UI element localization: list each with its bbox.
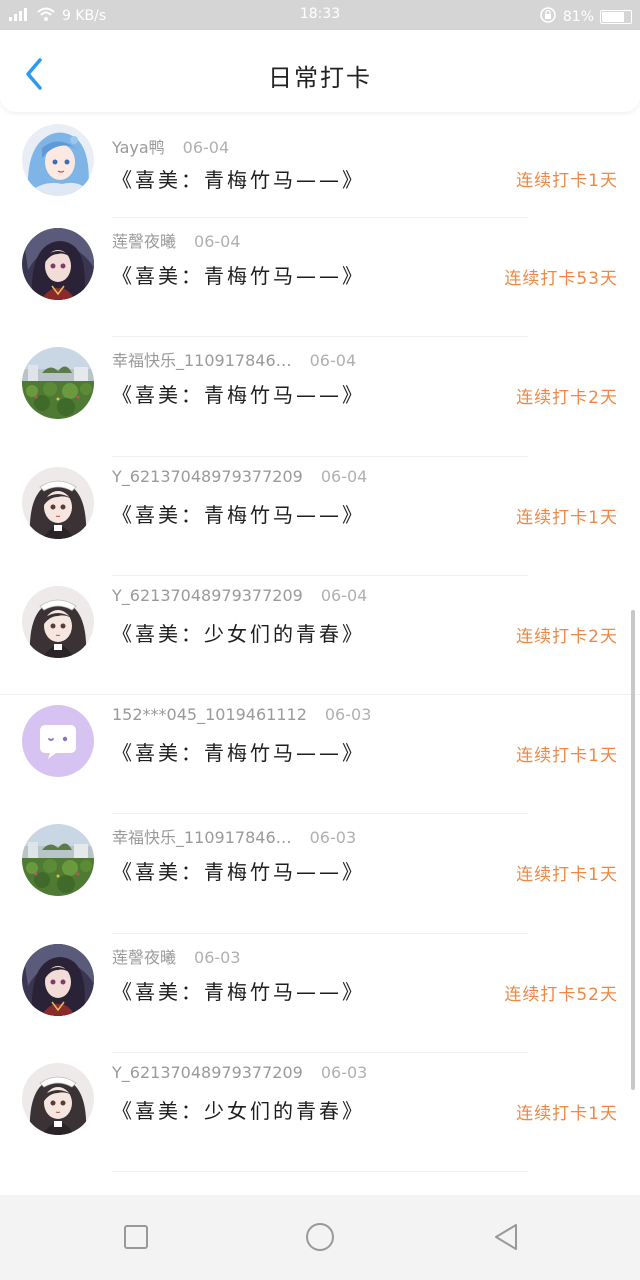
user-info: Yaya鸭 06-04	[112, 134, 229, 158]
book-title[interactable]: 《喜美：青梅竹马——》	[112, 499, 365, 528]
circle-icon	[306, 1223, 334, 1251]
list-item[interactable]: 152***045_1019461112 06-03 《喜美：青梅竹马——》 连续打卡…	[0, 695, 640, 815]
checkin-date: 06-04	[320, 466, 368, 486]
scrollbar[interactable]	[631, 610, 635, 1090]
user-name[interactable]: 幸福快乐_110917846…	[112, 828, 292, 847]
list-item[interactable]: 幸福快乐_110917846… 06-04 《喜美：青梅竹马——》 连续打卡2天	[0, 337, 640, 457]
list-item[interactable]: 莲謦夜曦 06-04 《喜美：青梅竹马——》 连续打卡53天	[0, 218, 640, 338]
book-title[interactable]: 《喜美：少女们的青春》	[112, 618, 365, 647]
user-name[interactable]: Y_62137048979377209	[112, 586, 303, 605]
user-info: 152***045_1019461112 06-03	[112, 705, 371, 724]
avatar[interactable]	[22, 1063, 94, 1136]
user-name[interactable]: Yaya鸭	[112, 138, 165, 157]
user-name[interactable]: Y_62137048979377209	[112, 467, 303, 486]
streak-badge: 连续打卡2天	[516, 388, 618, 409]
battery-level	[602, 12, 625, 22]
avatar[interactable]	[22, 705, 94, 778]
user-name[interactable]: 莲謦夜曦	[112, 948, 176, 967]
checkin-date: 06-04	[309, 351, 357, 371]
user-info: Y_62137048979377209 06-04	[112, 586, 367, 605]
square-icon	[124, 1225, 148, 1249]
user-info: 幸福快乐_110917846… 06-03	[112, 824, 356, 848]
streak-badge: 连续打卡1天	[516, 507, 618, 528]
book-title[interactable]: 《喜美：青梅竹马——》	[112, 737, 365, 766]
streak-badge: 连续打卡1天	[516, 746, 618, 767]
checkin-list[interactable]: Yaya鸭 06-04 《喜美：青梅竹马——》 连续打卡1天 莲謦夜曦 06-04 《喜美：…	[0, 112, 640, 1195]
avatar[interactable]	[22, 228, 94, 300]
user-info: Y_62137048979377209 06-04	[112, 467, 367, 486]
checkin-date: 06-04	[182, 138, 230, 157]
avatar[interactable]	[22, 824, 94, 897]
book-title[interactable]: 《喜美：青梅竹马——》	[112, 976, 365, 1005]
user-name[interactable]: 莲謦夜曦	[112, 232, 176, 251]
book-title[interactable]: 《喜美：青梅竹马——》	[112, 856, 365, 885]
recent-apps-button[interactable]	[118, 1219, 154, 1255]
avatar[interactable]	[22, 124, 94, 196]
user-info: Y_62137048979377209 06-03	[112, 1063, 367, 1082]
status-right: 81%	[539, 6, 632, 28]
list-item[interactable]: Y_62137048979377209 06-04 《喜美：青梅竹马——》 连续打卡1…	[0, 457, 640, 576]
row-divider	[112, 1171, 528, 1173]
user-name[interactable]: 幸福快乐_110917846…	[112, 351, 292, 370]
streak-badge: 连续打卡2天	[516, 626, 618, 647]
status-bar: 9 KB/s 18:33 81%	[0, 0, 640, 30]
list-item[interactable]: Y_62137048979377209 06-03 《喜美：少女们的青春》 连续打卡1…	[0, 1053, 640, 1173]
streak-badge: 连续打卡52天	[504, 984, 618, 1005]
list-item[interactable]: 莲謦夜曦 06-03 《喜美：青梅竹马——》 连续打卡52天	[0, 934, 640, 1054]
user-info: 幸福快乐_110917846… 06-04	[112, 347, 356, 371]
streak-badge: 连续打卡1天	[516, 1104, 618, 1125]
triangle-back-icon	[495, 1224, 517, 1250]
list-item[interactable]: Yaya鸭 06-04 《喜美：青梅竹马——》 连续打卡1天	[0, 112, 640, 218]
user-info: 莲謦夜曦 06-04	[112, 228, 241, 252]
checkin-date: 06-03	[324, 705, 372, 725]
battery-percent: 81%	[562, 9, 594, 25]
avatar[interactable]	[22, 943, 94, 1016]
checkin-date: 06-03	[194, 947, 241, 967]
list-item[interactable]: 幸福快乐_110917846… 06-03 《喜美：青梅竹马——》 连续打卡1天	[0, 814, 640, 934]
user-info: 莲謦夜曦 06-03	[112, 944, 241, 968]
book-title[interactable]: 《喜美：青梅竹马——》	[112, 379, 365, 408]
user-name[interactable]: 152***045_1019461112	[112, 705, 307, 724]
book-title[interactable]: 《喜美：少女们的青春》	[112, 1095, 365, 1124]
avatar[interactable]	[22, 347, 94, 420]
list-item[interactable]: Y_62137048979377209 06-04 《喜美：少女们的青春》 连续打卡2…	[0, 576, 640, 696]
lock-rotation-icon	[539, 6, 557, 28]
streak-badge: 连续打卡1天	[516, 171, 618, 191]
navigation-bar	[0, 1195, 640, 1280]
checkin-date: 06-04	[320, 585, 368, 605]
checkin-date: 06-03	[320, 1063, 368, 1083]
book-title[interactable]: 《喜美：青梅竹马——》	[112, 260, 365, 289]
page-title: 日常打卡	[268, 64, 372, 92]
streak-badge: 连续打卡53天	[504, 269, 618, 289]
avatar[interactable]	[22, 585, 94, 658]
avatar[interactable]	[22, 466, 94, 539]
streak-badge: 连续打卡1天	[516, 865, 618, 886]
checkin-date: 06-03	[309, 828, 357, 848]
page-header: 日常打卡	[0, 30, 640, 112]
book-title[interactable]: 《喜美：青梅竹马——》	[112, 164, 365, 193]
user-name[interactable]: Y_62137048979377209	[112, 1063, 303, 1082]
home-button[interactable]	[302, 1219, 338, 1255]
checkin-date: 06-04	[194, 232, 241, 251]
system-back-button[interactable]	[488, 1219, 524, 1255]
battery-icon	[600, 10, 632, 24]
